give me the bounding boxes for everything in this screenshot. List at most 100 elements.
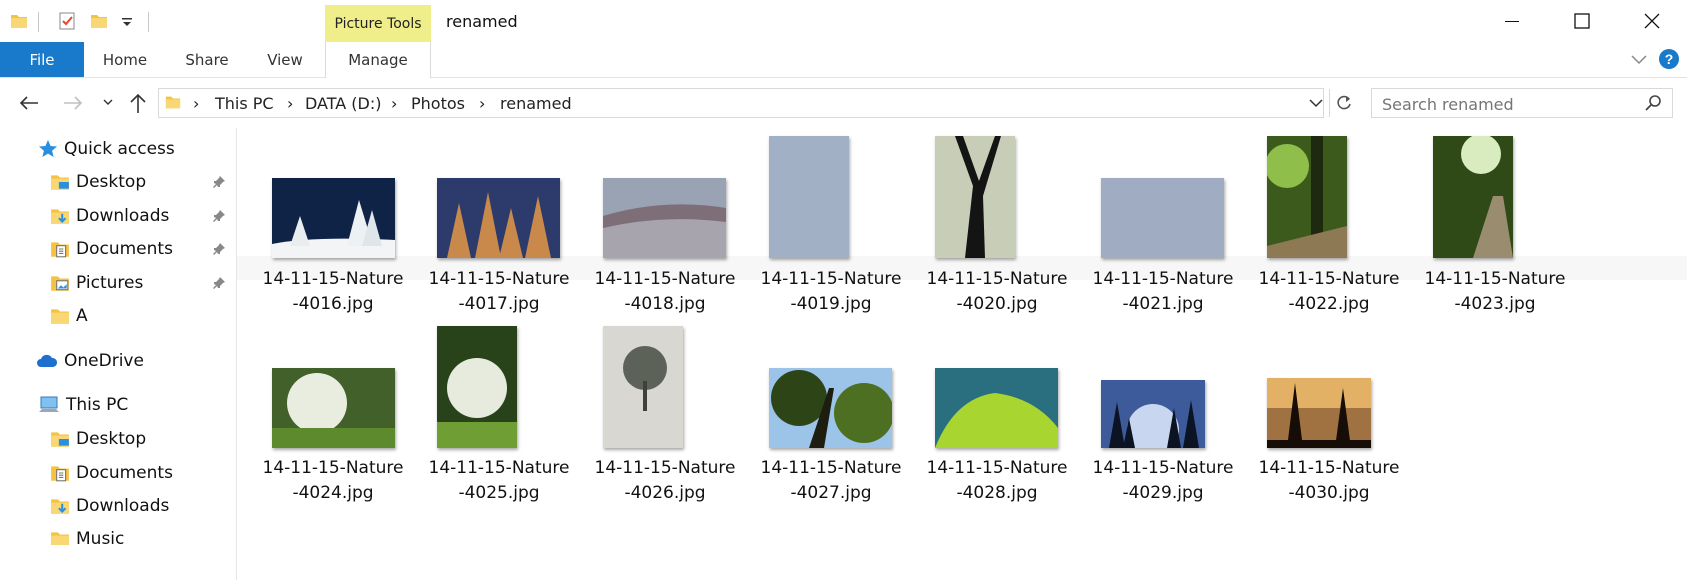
back-icon[interactable] xyxy=(18,94,40,112)
file-name-line: -4017.jpg xyxy=(458,294,540,314)
collapse-ribbon-icon[interactable] xyxy=(1630,54,1648,66)
file-name-4018[interactable]: 14-11-15-Nature -4018.jpg xyxy=(580,267,750,317)
close-button[interactable] xyxy=(1622,0,1682,42)
nav-pc-downloads[interactable]: Downloads xyxy=(50,489,169,523)
maximize-icon xyxy=(1574,13,1590,29)
minimize-button[interactable] xyxy=(1482,0,1542,42)
file-name-line: -4028.jpg xyxy=(956,483,1038,503)
thumbnail-4017[interactable] xyxy=(437,178,560,258)
nav-label: Music xyxy=(76,529,125,545)
thumbnail-4029[interactable] xyxy=(1101,380,1205,448)
file-name-line: 14-11-15-Nature xyxy=(926,269,1068,289)
thumbnail-4028[interactable] xyxy=(935,368,1058,448)
forward-icon[interactable] xyxy=(62,94,84,112)
tab-home[interactable]: Home xyxy=(95,42,155,77)
pin-icon[interactable] xyxy=(212,276,226,290)
nav-onedrive[interactable]: OneDrive xyxy=(36,344,144,378)
new-folder-icon[interactable] xyxy=(90,12,108,30)
picture-tools-label: Picture Tools xyxy=(334,16,422,32)
breadcrumb-photos[interactable]: Photos xyxy=(411,94,465,113)
thumbnail-4021[interactable] xyxy=(1101,178,1224,258)
nav-label: Documents xyxy=(76,463,173,483)
tab-file[interactable]: File xyxy=(0,42,84,77)
nav-pc-music[interactable]: Music xyxy=(50,523,124,545)
file-name-4017[interactable]: 14-11-15-Nature -4017.jpg xyxy=(414,267,584,317)
file-name-line: 14-11-15-Nature xyxy=(926,458,1068,478)
nav-quick-a[interactable]: A xyxy=(50,299,88,333)
thumbnail-4020[interactable] xyxy=(935,136,1015,258)
breadcrumb-separator[interactable]: › xyxy=(479,94,485,113)
breadcrumb-renamed[interactable]: renamed xyxy=(500,94,572,113)
thumbnail-4019[interactable] xyxy=(769,136,849,258)
search-input[interactable] xyxy=(1380,92,1634,116)
picture-tools-context-tab: Picture Tools xyxy=(325,5,431,42)
nav-pc-documents[interactable]: Documents xyxy=(50,456,173,490)
file-name-4030[interactable]: 14-11-15-Nature -4030.jpg xyxy=(1244,456,1414,506)
nav-label: A xyxy=(76,306,88,326)
pin-icon[interactable] xyxy=(212,242,226,256)
file-name-4021[interactable]: 14-11-15-Nature -4021.jpg xyxy=(1078,267,1248,317)
file-name-4022[interactable]: 14-11-15-Nature -4022.jpg xyxy=(1244,267,1414,317)
file-name-line: -4026.jpg xyxy=(624,483,706,503)
search-box[interactable] xyxy=(1371,88,1673,118)
breadcrumb-separator[interactable]: › xyxy=(193,94,199,113)
maximize-button[interactable] xyxy=(1552,0,1612,42)
file-name-line: 14-11-15-Nature xyxy=(262,458,404,478)
nav-label: This PC xyxy=(66,395,129,415)
thumbnail-4016[interactable] xyxy=(272,178,395,258)
file-name-4025[interactable]: 14-11-15-Nature -4025.jpg xyxy=(414,456,584,506)
nav-this-pc[interactable]: This PC xyxy=(38,388,128,422)
file-name-4028[interactable]: 14-11-15-Nature -4028.jpg xyxy=(912,456,1082,506)
properties-icon[interactable] xyxy=(58,12,76,30)
file-name-line: -4027.jpg xyxy=(790,483,872,503)
tab-view[interactable]: View xyxy=(258,42,312,77)
file-name-4023[interactable]: 14-11-15-Nature -4023.jpg xyxy=(1410,267,1580,317)
nav-quick-downloads[interactable]: Downloads xyxy=(50,199,169,233)
file-name-4020[interactable]: 14-11-15-Nature -4020.jpg xyxy=(912,267,1082,317)
thumbnail-4030[interactable] xyxy=(1267,378,1371,448)
help-icon[interactable]: ? xyxy=(1658,48,1680,70)
address-dropdown-icon[interactable] xyxy=(1309,98,1323,108)
breadcrumb-separator[interactable]: › xyxy=(391,94,397,113)
nav-quick-pictures[interactable]: Pictures xyxy=(50,266,143,300)
downloads-folder-icon xyxy=(51,499,69,514)
file-name-4024[interactable]: 14-11-15-Nature -4024.jpg xyxy=(248,456,418,506)
file-name-4026[interactable]: 14-11-15-Nature -4026.jpg xyxy=(580,456,750,506)
onedrive-icon xyxy=(37,354,58,367)
breadcrumb-data-d[interactable]: DATA (D:) xyxy=(305,94,382,113)
file-name-4029[interactable]: 14-11-15-Nature -4029.jpg xyxy=(1078,456,1248,506)
search-icon[interactable] xyxy=(1644,94,1662,112)
breadcrumb-separator[interactable]: › xyxy=(287,94,293,113)
up-icon[interactable] xyxy=(128,92,148,114)
nav-quick-desktop[interactable]: Desktop xyxy=(50,165,146,199)
refresh-icon[interactable] xyxy=(1335,94,1353,112)
thumbnail-4018[interactable] xyxy=(603,178,726,258)
thumbnail-4025[interactable] xyxy=(437,326,517,448)
thumbnail-4022[interactable] xyxy=(1267,136,1347,258)
music-folder-icon xyxy=(51,532,69,545)
file-name-4016[interactable]: 14-11-15-Nature -4016.jpg xyxy=(248,267,418,317)
file-name-4027[interactable]: 14-11-15-Nature -4027.jpg xyxy=(746,456,916,506)
pin-icon[interactable] xyxy=(212,209,226,223)
tab-share[interactable]: Share xyxy=(180,42,234,77)
nav-pc-desktop[interactable]: Desktop xyxy=(50,422,146,456)
thumbnail-4027[interactable] xyxy=(769,368,892,448)
nav-quick-access[interactable]: Quick access xyxy=(38,132,175,166)
customize-qat-icon[interactable] xyxy=(118,12,136,30)
thumbnail-4026[interactable] xyxy=(603,326,683,448)
thumbnail-4024[interactable] xyxy=(272,368,395,448)
nav-quick-documents[interactable]: Documents xyxy=(50,232,173,266)
file-name-line: -4022.jpg xyxy=(1288,294,1370,314)
pictures-folder-icon xyxy=(51,276,69,291)
breadcrumb-this-pc[interactable]: This PC xyxy=(215,94,274,113)
thumbnail-4023[interactable] xyxy=(1433,136,1513,258)
qat-separator xyxy=(38,12,39,32)
file-name-line: 14-11-15-Nature xyxy=(262,269,404,289)
tab-manage[interactable]: Manage xyxy=(325,42,431,78)
file-name-4019[interactable]: 14-11-15-Nature -4019.jpg xyxy=(746,267,916,317)
recent-locations-icon[interactable] xyxy=(102,98,114,108)
address-divider xyxy=(1329,89,1330,117)
pin-icon[interactable] xyxy=(212,175,226,189)
svg-text:?: ? xyxy=(1665,51,1674,67)
address-bar[interactable]: › This PC › DATA (D:) › Photos › renamed xyxy=(158,88,1351,118)
